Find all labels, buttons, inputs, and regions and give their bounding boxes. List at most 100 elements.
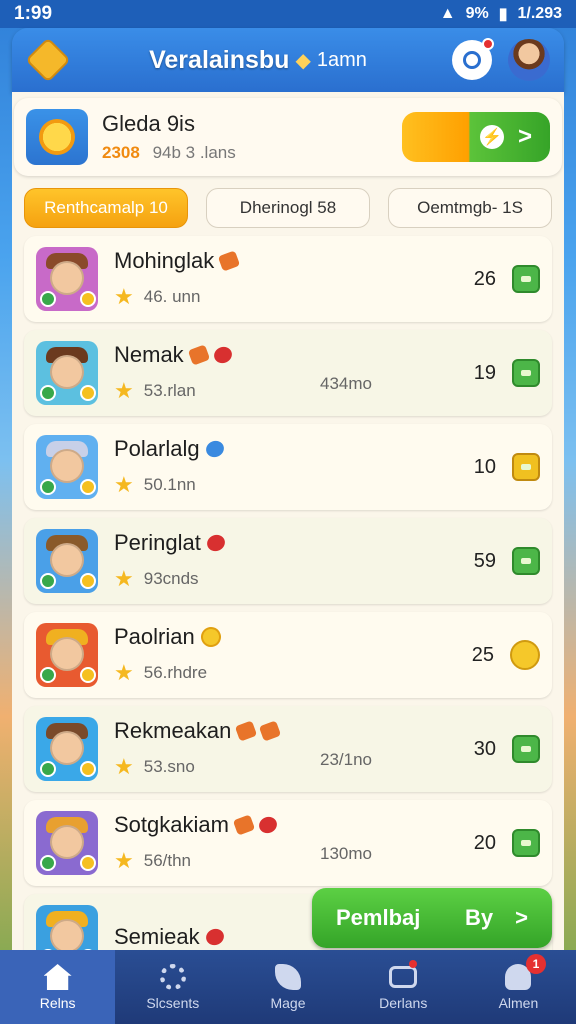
- search-icon: [463, 51, 481, 69]
- status-icons: ▲ 9% ▮ 1/.293: [440, 4, 562, 24]
- nav-item-2[interactable]: Mage: [230, 950, 345, 1024]
- home-icon: [43, 963, 73, 991]
- gem-icon: [187, 344, 210, 366]
- star-icon: ★: [114, 848, 134, 873]
- tab-bar: Renthcamalp 10 Dherinogl 58 Oemtmgb- 1S: [12, 188, 564, 228]
- hero-count: 10: [473, 455, 496, 478]
- nav-label: Slcsents: [146, 995, 200, 1011]
- hero-name: Semieak: [114, 924, 200, 949]
- hero-stat: 93cnds: [143, 569, 199, 588]
- hero-name: Nemak: [114, 342, 184, 367]
- nav-label: Mage: [270, 995, 306, 1011]
- gem-icon: [197, 624, 224, 650]
- app-header: Veralainsbu ◆ 1amn: [12, 28, 564, 92]
- lightning-icon: ⚡: [479, 125, 504, 149]
- chest-icon[interactable]: [512, 359, 540, 387]
- hero-name: Mohinglak: [114, 248, 215, 273]
- notification-badge: 1: [526, 954, 547, 974]
- hero-count: 25: [471, 643, 494, 666]
- hero-extra: 23/1no: [320, 750, 372, 769]
- status-bar: 1:99 ▲ 9% ▮ 1/.293: [0, 0, 576, 28]
- notification-dot: [408, 960, 417, 968]
- hero-stat: 53.rlan: [143, 381, 196, 400]
- battery-icon: ▮: [498, 6, 508, 23]
- gem-icon: [218, 250, 241, 272]
- list-item[interactable]: Mohinglak ★ 46. unn 26: [24, 236, 552, 322]
- profile-stats-text: 94b 3 .lans: [152, 143, 236, 162]
- hero-portrait-icon: [36, 905, 98, 952]
- gem-icon: [203, 438, 226, 460]
- chest-icon[interactable]: [512, 735, 540, 763]
- play-button-label: Pemlbaj: [336, 905, 421, 930]
- wifi-icon: ▲: [439, 5, 456, 22]
- chest-icon[interactable]: [512, 453, 540, 481]
- hero-count: 19: [473, 361, 496, 384]
- chest-icon[interactable]: [512, 265, 540, 293]
- list-item[interactable]: Paolrian ★ 56.rhdre 25: [24, 612, 552, 698]
- leaf-icon: [273, 963, 303, 991]
- star-icon: ★: [114, 284, 134, 309]
- hero-count: 26: [473, 267, 496, 290]
- gem-icon: [235, 720, 258, 742]
- play-button-value: By: [465, 905, 494, 930]
- hero-portrait-icon: [36, 529, 98, 593]
- hero-stat: 56.rhdre: [143, 663, 208, 682]
- avatar[interactable]: [508, 39, 550, 81]
- hero-portrait-icon: [36, 341, 98, 405]
- nav-item-0[interactable]: Relns: [0, 950, 116, 1024]
- list-item[interactable]: Rekmeakan ★ 53.sno 23/1no 30: [24, 706, 552, 792]
- nav-item-4[interactable]: Almen 1: [461, 950, 576, 1024]
- chest-icon[interactable]: [512, 829, 540, 857]
- battery-percent: 9%: [465, 5, 489, 22]
- gem-icon: [204, 532, 228, 554]
- gem-icon: [211, 344, 234, 366]
- hero-stat: 56/thn: [143, 851, 191, 870]
- list-item[interactable]: Polarlalg ★ 50.1nn 10: [24, 424, 552, 510]
- hero-name: Polarlalg: [114, 436, 200, 461]
- hero-name: Sotgkakiam: [114, 812, 229, 837]
- sun-icon: [26, 109, 88, 165]
- nav-label: Almen: [498, 995, 539, 1011]
- hero-stat: 53.sno: [143, 757, 195, 776]
- list-item[interactable]: Sotgkakiam ★ 56/thn 130mo 20: [24, 800, 552, 886]
- gift-icon: ◆: [295, 49, 311, 72]
- tab-0[interactable]: Renthcamalp 10: [24, 188, 188, 228]
- hero-extra: 130mo: [320, 844, 372, 863]
- list-item[interactable]: Peringlat ★ 93cnds 59: [24, 518, 552, 604]
- search-button[interactable]: [452, 38, 494, 80]
- diamond-icon[interactable]: [25, 37, 71, 83]
- hero-stat: 50.1nn: [143, 475, 196, 494]
- play-button[interactable]: Pemlbaj By >: [312, 888, 552, 948]
- nav-item-1[interactable]: Slcsents: [115, 950, 230, 1024]
- tab-2[interactable]: Oemtmgb- 1S: [388, 188, 552, 228]
- claim-button[interactable]: ⚡ >: [402, 112, 550, 162]
- hero-list: Mohinglak ★ 46. unn 26 Nemak ★ 53.rlan 434mo 19 P…: [12, 236, 564, 952]
- hero-count: 59: [473, 549, 496, 572]
- nav-label: Derlans: [379, 995, 428, 1011]
- hero-name: Peringlat: [114, 530, 201, 555]
- list-item[interactable]: Nemak ★ 53.rlan 434mo 19: [24, 330, 552, 416]
- notification-dot: [482, 38, 494, 50]
- gem-icon: [203, 926, 226, 948]
- star-icon: ★: [114, 566, 134, 591]
- hero-name: Rekmeakan: [114, 718, 232, 743]
- chevron-right-icon: >: [515, 905, 528, 930]
- chest-icon[interactable]: [512, 547, 540, 575]
- hero-extra: 434mo: [320, 374, 372, 393]
- nav-item-3[interactable]: Derlans: [346, 950, 461, 1024]
- gem-icon: [232, 814, 256, 836]
- hero-portrait-icon: [36, 247, 98, 311]
- hero-portrait-icon: [36, 717, 98, 781]
- header-subtitle: 1amn: [316, 48, 367, 71]
- tab-1[interactable]: Dherinogl 58: [206, 188, 370, 228]
- hero-portrait-icon: [36, 435, 98, 499]
- star-icon: ★: [114, 660, 134, 685]
- coin-icon[interactable]: [510, 640, 540, 670]
- header-title: Veralainsbu: [149, 45, 290, 74]
- profile-name: Gleda 9is: [102, 111, 195, 136]
- star-icon: ★: [114, 378, 134, 403]
- profile-score: 2308: [102, 143, 140, 162]
- hero-portrait-icon: [36, 811, 98, 875]
- hero-portrait-icon: [36, 623, 98, 687]
- bottom-nav: Relns Slcsents Mage Derlans Almen 1: [0, 950, 576, 1024]
